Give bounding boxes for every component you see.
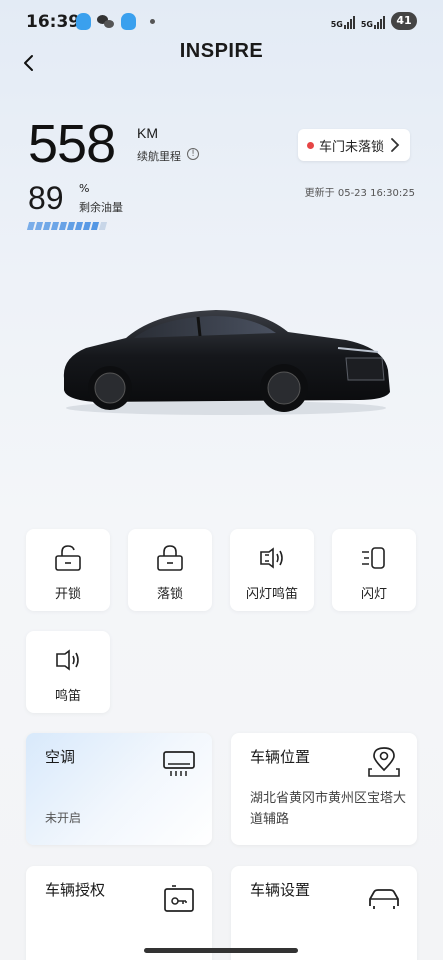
unlock-button[interactable]: 开锁 bbox=[26, 529, 110, 611]
network-type: 5G bbox=[330, 20, 343, 29]
door-status-text: 车门未落锁 bbox=[319, 139, 385, 155]
location-address: 湖北省黄冈市黄州区宝塔大道辅路 bbox=[250, 791, 407, 827]
fuel-value: 89 bbox=[28, 180, 64, 216]
fuel-segment bbox=[74, 222, 84, 230]
fuel-segment bbox=[90, 222, 100, 230]
status-time: 16:39 bbox=[26, 12, 81, 32]
fuel-unit: % bbox=[79, 182, 90, 195]
unlock-icon bbox=[55, 545, 81, 571]
authorization-title: 车辆授权 bbox=[45, 881, 106, 899]
air-conditioner-card[interactable]: 空调 未开启 bbox=[26, 733, 212, 845]
key-card-icon bbox=[164, 885, 194, 912]
horn-button[interactable]: 鸣笛 bbox=[26, 631, 110, 713]
air-conditioner-icon bbox=[163, 751, 195, 776]
location-title: 车辆位置 bbox=[250, 748, 311, 766]
car-icon bbox=[369, 889, 399, 909]
fuel-segment bbox=[58, 222, 68, 230]
horn-icon bbox=[56, 649, 79, 671]
fuel-level-bar bbox=[26, 222, 108, 230]
flash-horn-icon bbox=[260, 547, 283, 569]
range-unit: KM bbox=[137, 125, 158, 141]
fuel-label: 剩余油量 bbox=[79, 201, 123, 214]
unlock-label: 开锁 bbox=[54, 587, 81, 602]
battery-indicator: 41 bbox=[391, 12, 417, 30]
network-type: 5G bbox=[360, 20, 373, 29]
flash-lights-label: 闪灯 bbox=[360, 587, 387, 602]
chevron-right-icon bbox=[390, 138, 400, 156]
status-bar: 16:39 5G 5G 41 bbox=[0, 0, 443, 44]
vehicle-location-card[interactable]: 车辆位置 湖北省黄冈市黄州区宝塔大道辅路 bbox=[231, 733, 417, 845]
ac-status: 未开启 bbox=[45, 811, 82, 825]
ac-title: 空调 bbox=[45, 748, 76, 766]
horn-label: 鸣笛 bbox=[54, 689, 81, 704]
vehicle-authorization-card[interactable]: 车辆授权 bbox=[26, 866, 212, 960]
info-icon[interactable]: ! bbox=[187, 148, 199, 160]
more-notifications-icon bbox=[150, 19, 155, 24]
signal-icon: 5G bbox=[331, 13, 355, 29]
flash-horn-label: 闪灯鸣笛 bbox=[245, 587, 298, 602]
alert-dot bbox=[307, 141, 314, 149]
settings-title: 车辆设置 bbox=[250, 881, 311, 899]
fuel-segment bbox=[50, 222, 60, 230]
home-indicator[interactable] bbox=[144, 948, 298, 953]
range-label: 续航里程 bbox=[137, 150, 181, 163]
lock-icon bbox=[157, 545, 183, 571]
lock-label: 落锁 bbox=[156, 587, 183, 602]
flash-lights-icon bbox=[362, 547, 385, 569]
qq-icon bbox=[76, 13, 91, 30]
update-time: 更新于 05-23 16:30:25 bbox=[304, 188, 415, 199]
door-status-button[interactable]: 车门未落锁 bbox=[298, 129, 410, 161]
page-title: INSPIRE bbox=[179, 40, 264, 62]
fuel-segment bbox=[34, 222, 44, 230]
fuel-segment bbox=[66, 222, 76, 230]
fuel-segment bbox=[82, 222, 92, 230]
qq-icon bbox=[121, 13, 136, 30]
status-right: 5G 5G 41 bbox=[331, 12, 417, 30]
notification-icons bbox=[76, 13, 155, 30]
fuel-segment bbox=[42, 222, 52, 230]
range-value: 558 bbox=[28, 114, 116, 174]
car-image bbox=[63, 310, 390, 415]
flash-horn-button[interactable]: 闪灯鸣笛 bbox=[230, 529, 314, 611]
wechat-icon bbox=[97, 14, 115, 29]
fuel-segment bbox=[26, 222, 36, 230]
fuel-segment bbox=[98, 222, 108, 230]
flash-lights-button[interactable]: 闪灯 bbox=[332, 529, 416, 611]
signal-icon: 5G bbox=[361, 13, 385, 29]
lock-button[interactable]: 落锁 bbox=[128, 529, 212, 611]
vehicle-settings-card[interactable]: 车辆设置 bbox=[231, 866, 417, 960]
map-pin-icon bbox=[368, 747, 400, 777]
